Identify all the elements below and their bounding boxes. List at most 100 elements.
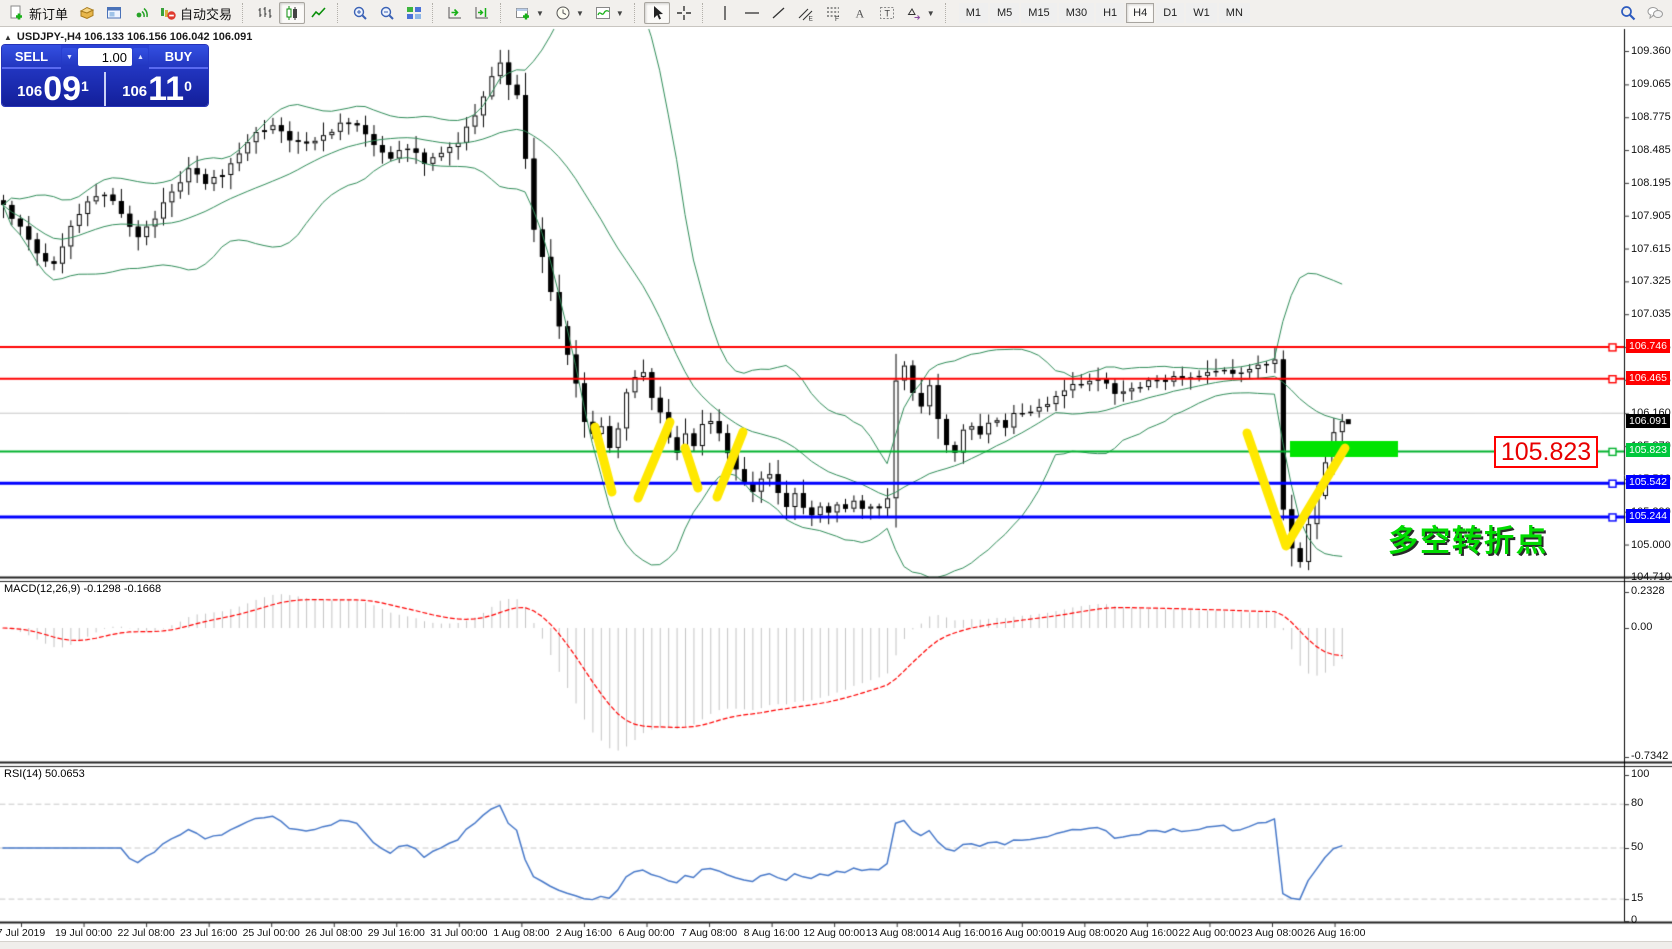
zoom-out-icon [379, 5, 395, 21]
toolbar-separator [945, 3, 950, 23]
line-chart-mode-button[interactable] [306, 2, 332, 24]
signal-icon [133, 5, 149, 21]
text-label-tool[interactable]: T [874, 2, 900, 24]
crosshair-icon [676, 5, 692, 21]
sell-price-sup: 1 [81, 78, 89, 94]
clock-icon [555, 5, 571, 21]
zoom-in-button[interactable] [347, 2, 373, 24]
sell-price-prefix: 106 [17, 83, 42, 100]
one-click-top-row: SELL ▼ 1.00 ▲ BUY [2, 45, 208, 69]
templates-dropdown[interactable]: ▼ [590, 2, 629, 24]
timeframe-button-H1[interactable]: H1 [1096, 3, 1124, 23]
chevron-down-icon: ▼ [536, 9, 544, 18]
toolbar-separator [500, 3, 505, 23]
chart-canvas[interactable] [0, 28, 1672, 949]
timeframe-button-H4[interactable]: H4 [1126, 3, 1154, 23]
terminal-window-icon [106, 5, 122, 21]
trendline-icon [771, 5, 787, 21]
svg-text:T: T [884, 9, 890, 19]
toolbar-separator [634, 3, 639, 23]
text-a-icon: A [852, 5, 868, 21]
buy-button[interactable]: BUY [149, 45, 208, 69]
buy-price-big: 11 [148, 75, 184, 104]
terminal-button[interactable] [101, 2, 127, 24]
macd-label: MACD(12,26,9) -0.1298 -0.1668 [4, 583, 161, 595]
new-order-icon [9, 5, 25, 21]
bottom-window-strip [0, 941, 1672, 949]
timeframe-button-M15[interactable]: M15 [1021, 3, 1056, 23]
channel-icon: E [798, 5, 814, 21]
chevron-down-icon: ▼ [927, 9, 935, 18]
search-button[interactable] [1615, 2, 1641, 24]
bar-chart-mode-button[interactable] [252, 2, 278, 24]
chevron-down-icon: ▼ [576, 9, 584, 18]
crosshair-tool-button[interactable] [671, 2, 697, 24]
autotrading-button[interactable]: 自动交易 [155, 2, 237, 24]
chart-shift-button[interactable] [469, 2, 495, 24]
sell-price-big: 09 [43, 75, 81, 104]
one-click-trading-panel: SELL ▼ 1.00 ▲ BUY 106091 106110 [2, 45, 208, 106]
sell-button[interactable]: SELL [2, 45, 61, 69]
mt4-window: 新订单 自动交易 [0, 0, 1672, 949]
timeframe-bar: M1M5M15M30H1H4D1W1MN [959, 3, 1250, 23]
volume-down-button[interactable]: ▼ [62, 48, 77, 66]
book-icon [79, 5, 95, 21]
buy-price-sup: 0 [184, 78, 192, 94]
horizontal-line-tool[interactable] [739, 2, 765, 24]
toolbar-separator [242, 3, 247, 23]
autotrading-icon [160, 5, 176, 21]
timeframe-button-D1[interactable]: D1 [1156, 3, 1184, 23]
signals-button[interactable] [128, 2, 154, 24]
toolbar: 新订单 自动交易 [0, 0, 1672, 27]
trendline-tool[interactable] [766, 2, 792, 24]
tile-windows-button[interactable] [401, 2, 427, 24]
text-tool[interactable]: A [847, 2, 873, 24]
vertical-line-tool[interactable] [712, 2, 738, 24]
horizontal-line-icon [744, 5, 760, 21]
auto-scroll-button[interactable] [442, 2, 468, 24]
periods-dropdown[interactable]: ▼ [550, 2, 589, 24]
shapes-icon [906, 5, 922, 21]
chart-shift-icon [474, 5, 490, 21]
timeframe-button-M1[interactable]: M1 [959, 3, 988, 23]
buy-price-prefix: 106 [122, 83, 147, 100]
fibonacci-tool[interactable]: F [820, 2, 846, 24]
chat-bubbles-icon [1647, 5, 1663, 21]
search-icon [1620, 5, 1636, 21]
timeframe-button-MN[interactable]: MN [1219, 3, 1250, 23]
collapse-triangle-icon[interactable]: ▲ [4, 33, 12, 42]
line-chart-icon [311, 5, 327, 21]
cursor-icon [649, 5, 665, 21]
autotrading-label: 自动交易 [180, 4, 232, 23]
bar-chart-icon [257, 5, 273, 21]
price-level-callout[interactable]: 105.823 [1494, 436, 1598, 468]
zoom-out-button[interactable] [374, 2, 400, 24]
sell-price[interactable]: 106091 [2, 72, 106, 106]
toolbar-separator [432, 3, 437, 23]
candle-chart-mode-button[interactable] [279, 2, 305, 24]
new-chart-dropdown[interactable]: ▼ [510, 2, 549, 24]
timeframe-button-W1[interactable]: W1 [1186, 3, 1217, 23]
cursor-tool-button[interactable] [644, 2, 670, 24]
turning-point-annotation[interactable]: 多空转折点 [1388, 516, 1548, 560]
template-icon [595, 5, 611, 21]
zoom-in-icon [352, 5, 368, 21]
market-watch-button[interactable] [74, 2, 100, 24]
volume-up-button[interactable]: ▲ [133, 48, 148, 66]
new-order-button[interactable]: 新订单 [4, 2, 73, 24]
new-chart-icon [515, 5, 531, 21]
ohlc-info-line: ▲ USDJPY-,H4 106.133 106.156 106.042 106… [4, 31, 252, 43]
timeframe-button-M5[interactable]: M5 [990, 3, 1019, 23]
shapes-dropdown[interactable]: ▼ [901, 2, 940, 24]
timeframe-button-M30[interactable]: M30 [1059, 3, 1094, 23]
svg-text:F: F [835, 16, 839, 21]
symbol-ohlc-text: USDJPY-,H4 106.133 106.156 106.042 106.0… [17, 31, 252, 43]
channel-tool[interactable]: E [793, 2, 819, 24]
chat-button[interactable] [1642, 2, 1668, 24]
text-label-icon: T [879, 5, 895, 21]
rsi-label: RSI(14) 50.0653 [4, 768, 85, 780]
volume-input[interactable]: 1.00 [78, 48, 132, 66]
volume-spinner: ▼ 1.00 ▲ [61, 45, 149, 69]
buy-price[interactable]: 106110 [106, 72, 208, 106]
auto-scroll-icon [447, 5, 463, 21]
